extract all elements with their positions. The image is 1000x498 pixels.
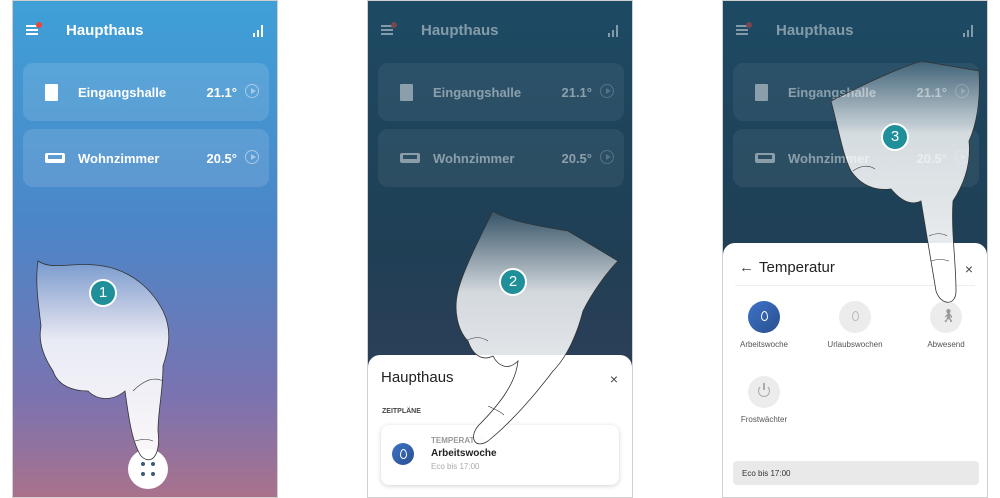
top-bar: Haupthaus xyxy=(723,1,987,57)
play-icon[interactable] xyxy=(245,84,259,98)
pointing-hand-icon xyxy=(831,61,980,303)
signal-icon xyxy=(963,25,977,37)
phone-screen-1: Haupthaus Eingangshalle 21.1° Wohnzimmer… xyxy=(12,0,278,498)
status-text: Eco bis 17:00 xyxy=(742,469,791,478)
room-card-eingangshalle: Eingangshalle 21.1° xyxy=(378,63,624,121)
top-bar: Haupthaus xyxy=(368,1,632,57)
sofa-icon xyxy=(45,153,65,163)
room-temperature: 21.1° xyxy=(561,85,592,100)
door-icon xyxy=(45,84,58,101)
room-name: Eingangshalle xyxy=(433,85,522,100)
back-arrow-icon[interactable]: ← xyxy=(739,259,754,276)
sofa-icon xyxy=(400,153,420,163)
room-card-eingangshalle[interactable]: Eingangshalle 21.1° xyxy=(23,63,269,121)
mode-frostwaechter[interactable]: Frostwächter xyxy=(729,376,799,424)
mode-label: Abwesend xyxy=(927,340,965,349)
room-temperature: 21.1° xyxy=(206,85,237,100)
mode-label: Urlaubswochen xyxy=(827,340,883,349)
home-title: Haupthaus xyxy=(776,22,854,39)
mode-label: Arbeitswoche xyxy=(739,340,789,349)
pointing-hand-icon xyxy=(455,211,619,445)
flame-icon xyxy=(748,301,780,333)
top-bar: Haupthaus xyxy=(13,1,277,57)
room-name: Eingangshalle xyxy=(78,85,167,100)
room-card-wohnzimmer: Wohnzimmer 20.5° xyxy=(378,129,624,187)
phone-screen-2: Haupthaus Eingangshalle 21.1° Wohnzimmer… xyxy=(367,0,633,498)
room-card-wohnzimmer[interactable]: Wohnzimmer 20.5° xyxy=(23,129,269,187)
step-badge: 1 xyxy=(89,279,117,307)
room-name: Wohnzimmer xyxy=(78,151,160,166)
door-icon xyxy=(755,84,768,101)
play-icon[interactable] xyxy=(245,150,259,164)
mode-arbeitswoche[interactable]: Arbeitswoche xyxy=(729,301,799,349)
room-name: Wohnzimmer xyxy=(433,151,515,166)
play-icon xyxy=(600,150,614,164)
play-icon xyxy=(600,84,614,98)
menu-icon[interactable] xyxy=(736,22,752,35)
power-icon xyxy=(748,376,780,408)
menu-icon[interactable] xyxy=(381,22,397,35)
signal-icon xyxy=(608,25,622,37)
home-title: Haupthaus xyxy=(66,22,144,39)
room-temperature: 20.5° xyxy=(561,151,592,166)
step-badge: 2 xyxy=(499,268,527,296)
signal-icon xyxy=(253,25,267,37)
menu-icon[interactable] xyxy=(26,22,42,35)
room-temperature: 20.5° xyxy=(206,151,237,166)
home-title: Haupthaus xyxy=(421,22,499,39)
step-badge: 3 xyxy=(881,123,909,151)
pointing-hand-icon xyxy=(36,260,170,461)
mode-label: Frostwächter xyxy=(740,415,788,424)
door-icon xyxy=(400,84,413,101)
sofa-icon xyxy=(755,153,775,163)
status-bar: Eco bis 17:00 xyxy=(733,461,979,485)
phone-screen-3: Haupthaus Eingangshalle 21.1° Wohnzimmer… xyxy=(722,0,988,498)
sheet-title: Temperatur xyxy=(759,259,835,276)
